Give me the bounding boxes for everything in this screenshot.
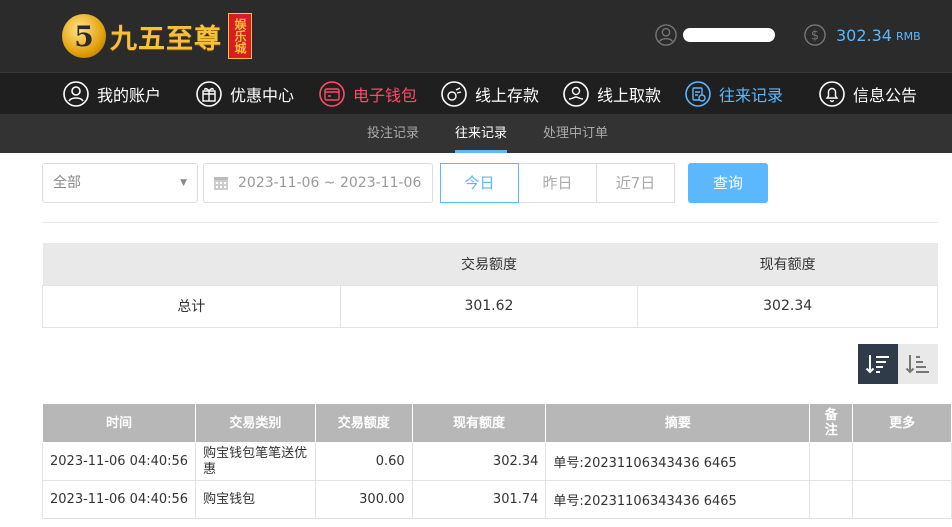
user-avatar-icon xyxy=(655,24,677,46)
cell-amount: 0.60 xyxy=(314,442,413,481)
sort-desc-button[interactable] xyxy=(858,344,898,384)
column-header-time[interactable]: 时间 xyxy=(41,403,197,443)
cell-more[interactable] xyxy=(852,480,952,519)
bell-icon xyxy=(819,81,845,107)
yesterday-button[interactable]: 昨日 xyxy=(518,163,597,203)
summary-header-cell xyxy=(42,243,341,285)
nav-item-my-account[interactable]: 我的账户 xyxy=(63,73,161,115)
user-account[interactable] xyxy=(655,24,775,46)
records-header-row: 时间 交易类别 交易额度 现有额度 摘要 备注 更多 xyxy=(41,403,952,443)
sort-descending-icon xyxy=(865,355,889,374)
cell-balance: 301.74 xyxy=(411,480,547,519)
column-header-remark[interactable]: 备注 xyxy=(809,403,854,443)
records-table: 时间 交易类别 交易额度 现有额度 摘要 备注 更多 2023-11-06 04… xyxy=(41,403,952,519)
sub-nav: 投注记录 往来记录 处理中订单 xyxy=(0,114,952,153)
query-button[interactable]: 查询 xyxy=(688,163,768,203)
cell-summary: 单号:20231106343436 6465 xyxy=(545,480,811,519)
cell-more[interactable] xyxy=(852,442,952,481)
top-bar: 5 九五至尊 娱乐城 $ 302.34 RMB xyxy=(0,0,952,72)
site-logo[interactable]: 5 九五至尊 娱乐城 xyxy=(62,10,252,62)
wallet-icon xyxy=(319,81,345,107)
column-header-type[interactable]: 交易类别 xyxy=(195,403,316,443)
cell-balance: 302.34 xyxy=(411,442,547,481)
nav-item-label: 往来记录 xyxy=(719,86,784,105)
logo-subtitle: 娱乐城 xyxy=(228,13,252,59)
select-value: 全部 xyxy=(53,175,81,191)
records-icon xyxy=(685,81,711,107)
nav-item-label: 线上取款 xyxy=(597,86,662,105)
transaction-type-select[interactable]: 全部 ▼ xyxy=(42,163,198,203)
nav-item-e-wallet[interactable]: 电子钱包 xyxy=(319,73,417,115)
column-header-summary[interactable]: 摘要 xyxy=(545,403,811,443)
sort-ascending-icon xyxy=(905,355,929,374)
cell-summary: 单号:20231106343436 6465 xyxy=(545,442,811,481)
tab-bet-records[interactable]: 投注记录 xyxy=(367,114,419,153)
nav-item-announcements[interactable]: 信息公告 xyxy=(819,73,917,115)
table-row: 2023-11-06 04:40:56 购宝钱包 300.00 301.74 单… xyxy=(41,480,952,519)
cell-time: 2023-11-06 04:40:56 xyxy=(41,442,197,481)
logo-mark: 5 xyxy=(62,14,106,58)
quick-date-group: 今日 昨日 近7日 xyxy=(440,163,675,203)
username-redacted xyxy=(683,28,775,42)
cell-type: 购宝钱包笔笔送优惠 xyxy=(195,442,316,481)
withdraw-icon xyxy=(563,81,589,107)
calendar-icon xyxy=(214,177,228,190)
nav-item-online-withdraw[interactable]: 线上取款 xyxy=(563,73,661,115)
today-button[interactable]: 今日 xyxy=(440,163,519,203)
sort-asc-button[interactable] xyxy=(898,344,938,384)
deposit-icon xyxy=(441,81,467,107)
nav-item-label: 线上存款 xyxy=(475,86,540,105)
column-header-more[interactable]: 更多 xyxy=(852,403,952,443)
nav-item-transaction-records[interactable]: 往来记录 xyxy=(685,73,783,115)
tab-pending-orders[interactable]: 处理中订单 xyxy=(543,114,608,153)
gift-icon xyxy=(196,81,222,107)
date-range-value: 2023-11-06 ~ 2023-11-06 xyxy=(238,175,422,191)
cell-amount: 300.00 xyxy=(314,480,413,519)
summary-cell: 总计 xyxy=(42,284,341,328)
cell-type: 购宝钱包 xyxy=(195,480,316,519)
last-7-days-button[interactable]: 近7日 xyxy=(596,163,675,203)
balance-display: $ 302.34 RMB xyxy=(804,24,921,46)
summary-total-row: 总计 301.62 302.34 xyxy=(42,284,938,328)
nav-item-online-deposit[interactable]: 线上存款 xyxy=(441,73,539,115)
divider xyxy=(42,222,938,223)
summary-header-row: 交易额度 现有额度 xyxy=(42,243,938,285)
logo-text: 九五至尊 xyxy=(110,23,222,55)
nav-item-promotions[interactable]: 优惠中心 xyxy=(196,73,294,115)
nav-item-label: 优惠中心 xyxy=(230,86,295,105)
main-nav: 我的账户 优惠中心 电子钱包 线上存款 线上取款 往来记录 信息公告 xyxy=(0,72,952,114)
summary-header-cell: 交易额度 xyxy=(340,243,638,285)
summary-cell: 301.62 xyxy=(339,284,639,328)
nav-item-label: 我的账户 xyxy=(97,86,162,105)
summary-header-cell: 现有额度 xyxy=(637,243,938,285)
tab-transaction-records[interactable]: 往来记录 xyxy=(455,114,508,153)
svg-text:$: $ xyxy=(811,29,819,44)
date-range-picker[interactable]: 2023-11-06 ~ 2023-11-06 xyxy=(203,163,433,203)
dollar-coin-icon: $ xyxy=(804,24,826,46)
cell-remark xyxy=(809,480,854,519)
summary-table: 交易额度 现有额度 总计 301.62 302.34 xyxy=(42,243,938,328)
cell-remark xyxy=(809,442,854,481)
cell-time: 2023-11-06 04:40:56 xyxy=(41,480,197,519)
user-icon xyxy=(63,81,89,107)
balance-currency: RMB xyxy=(895,30,921,43)
column-header-amount[interactable]: 交易额度 xyxy=(314,403,413,443)
nav-item-label: 电子钱包 xyxy=(353,86,418,105)
nav-item-label: 信息公告 xyxy=(853,86,918,105)
chevron-down-icon: ▼ xyxy=(180,178,187,188)
column-header-balance[interactable]: 现有额度 xyxy=(411,403,547,443)
balance-value: 302.34 xyxy=(836,25,892,45)
table-row: 2023-11-06 04:40:56 购宝钱包笔笔送优惠 0.60 302.3… xyxy=(41,442,952,481)
summary-cell: 302.34 xyxy=(637,284,938,328)
